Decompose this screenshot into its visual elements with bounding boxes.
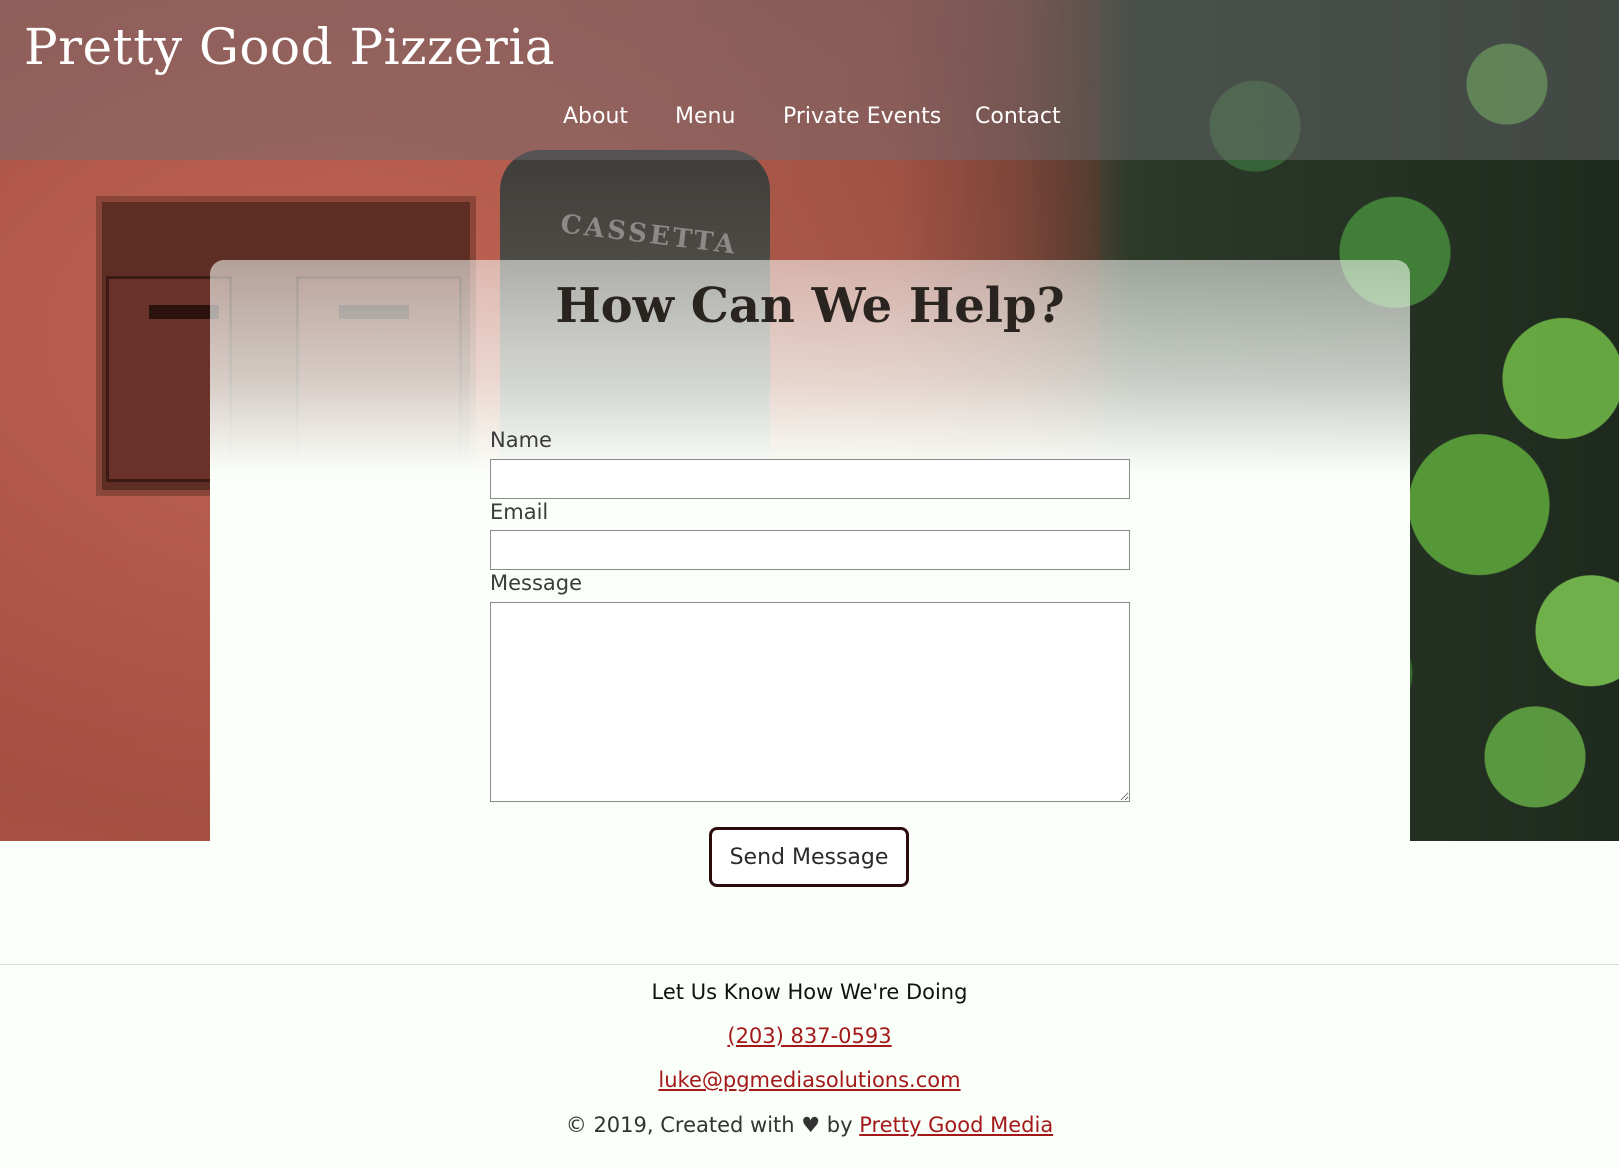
phone-link[interactable]: (203) 837-0593 xyxy=(727,1024,891,1048)
site-header: Pretty Good Pizzeria About Menu Private … xyxy=(0,0,1619,160)
name-label: Name xyxy=(490,428,552,452)
email-input[interactable] xyxy=(490,530,1130,570)
form-title: How Can We Help? xyxy=(555,278,1065,334)
credit-link[interactable]: Pretty Good Media xyxy=(859,1113,1053,1137)
site-title[interactable]: Pretty Good Pizzeria xyxy=(24,18,555,76)
nav-item-private-events[interactable]: Private Events xyxy=(783,104,941,129)
nav-item-menu[interactable]: Menu xyxy=(675,104,735,129)
contact-form-card: How Can We Help? Name Email Message Send… xyxy=(210,260,1410,887)
nav-item-contact[interactable]: Contact xyxy=(975,104,1061,129)
message-label: Message xyxy=(490,571,583,595)
message-textarea[interactable] xyxy=(490,602,1130,802)
footer-phone-row: (203) 837-0593 xyxy=(0,1024,1619,1048)
footer-email-row: luke@pgmediasolutions.com xyxy=(0,1068,1619,1092)
email-label: Email xyxy=(490,500,549,524)
site-footer: Let Us Know How We're Doing (203) 837-05… xyxy=(0,964,1619,1167)
send-message-button[interactable]: Send Message xyxy=(709,827,909,887)
page: CASSETTA Pretty Good Pizzeria About Menu… xyxy=(0,0,1619,1167)
nav-item-about[interactable]: About xyxy=(563,104,628,129)
name-input[interactable] xyxy=(490,459,1130,499)
footer-copyright: © 2019, Created with ♥ by Pretty Good Me… xyxy=(0,1113,1619,1137)
copyright-text: © 2019, Created with ♥ by xyxy=(565,1113,853,1137)
mailbox-slot xyxy=(149,305,219,319)
email-link[interactable]: luke@pgmediasolutions.com xyxy=(658,1068,960,1092)
footer-heading: Let Us Know How We're Doing xyxy=(651,980,968,1004)
